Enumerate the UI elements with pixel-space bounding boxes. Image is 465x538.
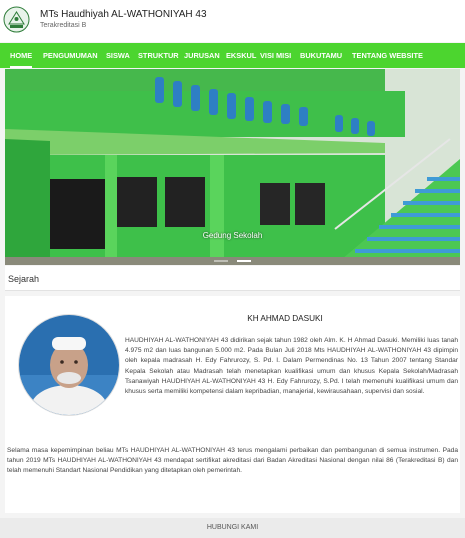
site-subtitle: Terakreditasi B [40, 22, 87, 29]
footer-contact-link[interactable]: HUBUNGI KAMI [0, 518, 465, 538]
section-header: Sejarah [5, 266, 460, 291]
slider-indicators [5, 249, 460, 265]
nav-item-pengumuman[interactable]: PENGUMUMAN [43, 43, 98, 68]
founder-name: KH AHMAD DASUKI [247, 314, 323, 323]
section-title: Sejarah [8, 274, 40, 284]
school-logo-icon[interactable] [3, 6, 30, 33]
main-navigation: HOME PENGUMUMAN SISWA STRUKTUR JURUSAN E… [0, 43, 465, 68]
slider-dot-active[interactable] [236, 260, 251, 262]
history-paragraph-2: Selama masa kepemimpinan beliau MTs HAUD… [7, 447, 458, 475]
nav-item-struktur[interactable]: STRUKTUR [138, 43, 179, 68]
site-title[interactable]: MTs Haudhiyah AL-WATHONIYAH 43 [40, 9, 207, 20]
nav-item-visi-misi[interactable]: VISI MISI [260, 43, 291, 68]
nav-item-jurusan[interactable]: JURUSAN [184, 43, 220, 68]
slider-caption: Gedung Sekolah [202, 231, 263, 240]
image-slider[interactable]: Gedung Sekolah [5, 69, 460, 265]
photo-spacer [5, 336, 125, 424]
nav-item-home[interactable]: HOME [10, 43, 33, 68]
nav-item-ekskul[interactable]: EKSKUL [226, 43, 256, 68]
history-paragraph-wrap: HAUDHIYAH AL-WATHONIYAH 43 didirikan sej… [5, 336, 460, 424]
slider-dot[interactable] [214, 260, 229, 262]
nav-item-siswa[interactable]: SISWA [106, 43, 130, 68]
nav-item-tentang-website[interactable]: TENTANG WEBSITE [352, 43, 423, 68]
nav-item-bukutamu[interactable]: BUKUTAMU [300, 43, 342, 68]
history-card: KH AHMAD DASUKI HAUDHIYAH AL-WATHONIYAH … [5, 296, 460, 513]
site-header: MTs Haudhiyah AL-WATHONIYAH 43 Terakredi… [0, 0, 465, 42]
